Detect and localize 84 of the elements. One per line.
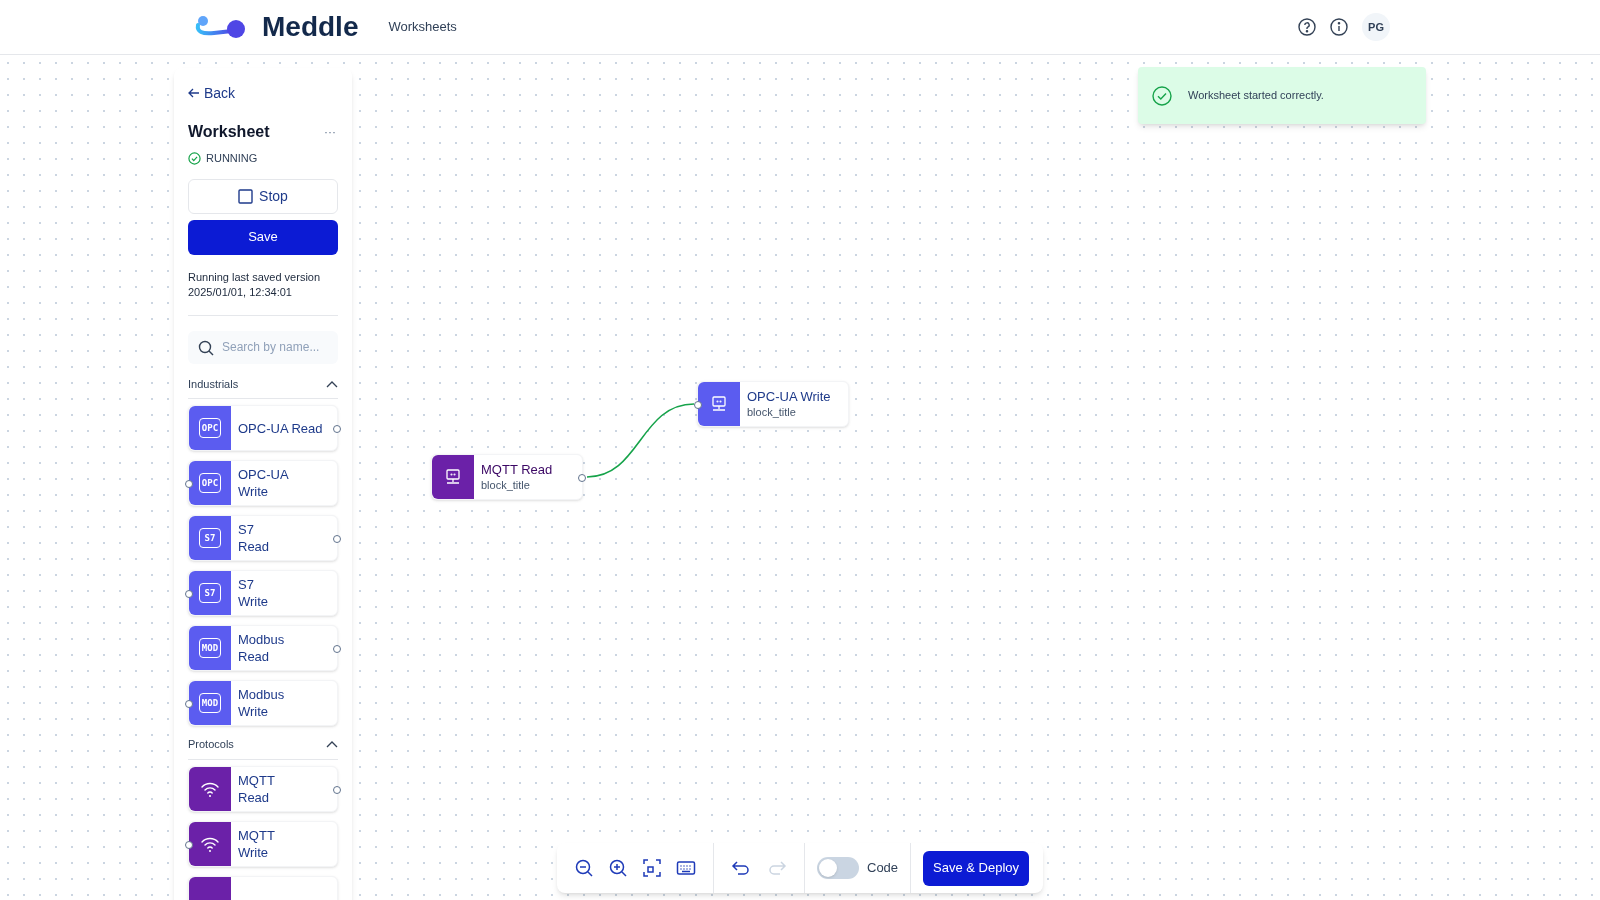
redo-icon — [767, 858, 787, 878]
block-label: Read — [238, 788, 271, 806]
keyboard-icon — [676, 858, 696, 878]
monitor-icon — [444, 468, 462, 486]
status-text: RUNNING — [206, 151, 258, 166]
help-icon[interactable] — [1298, 18, 1316, 36]
block-label: Modbus — [238, 631, 285, 648]
saved-time-text: 2025/01/01, 12:34:01 — [188, 284, 293, 300]
zoom-in-button[interactable] — [607, 857, 629, 879]
block-item[interactable]: MQTT Read — [188, 765, 338, 812]
nav-link[interactable]: Worksheets — [388, 17, 457, 37]
chip-icon: S7 — [199, 528, 221, 548]
square-icon — [238, 188, 254, 204]
node-subtitle: block_title — [747, 405, 797, 420]
block-label: Read — [238, 648, 271, 665]
logo-icon — [194, 15, 246, 39]
block-item[interactable]: S7 S7 Read — [188, 515, 338, 561]
chevron-up-icon[interactable] — [326, 379, 338, 388]
block-item[interactable]: OPC OPC-UA Write — [188, 460, 338, 506]
block-label: S7 — [238, 576, 255, 593]
save-deploy-button[interactable]: Save & Deploy — [923, 850, 1030, 886]
node-title: MQTT Read — [481, 461, 553, 478]
toggle-label: Code — [867, 859, 899, 878]
output-port[interactable] — [333, 645, 341, 653]
chip-icon: OPC — [198, 473, 222, 493]
more-button[interactable]: ··· — [324, 123, 336, 141]
output-port[interactable] — [333, 535, 341, 543]
output-port[interactable] — [333, 785, 341, 794]
block-label: Write — [238, 843, 270, 861]
monitor-icon — [710, 395, 728, 413]
check-circle-icon — [1152, 85, 1172, 106]
block-item[interactable]: OPC OPC-UA Read — [188, 405, 338, 451]
user-avatar[interactable]: PG — [1362, 13, 1390, 41]
info-icon[interactable] — [1330, 18, 1348, 36]
block-label: Write — [238, 483, 270, 500]
node-subtitle: block_title — [481, 478, 531, 493]
chevron-up-icon[interactable] — [326, 740, 338, 749]
toast-message: Worksheet started correctly. — [1188, 88, 1324, 104]
chip-icon: S7 — [199, 583, 221, 603]
block-item[interactable]: MOD Modbus Write — [188, 680, 338, 726]
chip-icon: OPC — [198, 418, 222, 438]
stop-button[interactable]: Stop — [188, 178, 338, 214]
zoom-out-icon — [574, 858, 594, 878]
check-circle-icon — [188, 151, 201, 165]
zoom-in-icon — [608, 858, 628, 878]
block-label: MQTT — [238, 826, 275, 844]
block-label: OPC-UA — [238, 466, 289, 483]
block-label: Read — [238, 538, 270, 555]
canvas-node[interactable]: OPC-UA Write block_title — [697, 381, 849, 427]
save-button[interactable]: Save — [188, 219, 338, 255]
output-port[interactable] — [333, 425, 341, 433]
canvas-node[interactable]: MQTT Read block_title — [431, 454, 583, 500]
saved-version-text: Running last saved version — [188, 269, 322, 285]
block-label: Write — [238, 593, 269, 610]
category-heading: Protocols — [188, 737, 234, 752]
block-label: S7 — [238, 521, 255, 538]
block-label: OPC-UA Read — [238, 419, 323, 437]
undo-icon — [731, 858, 751, 878]
back-link[interactable]: Back — [188, 82, 236, 104]
block-item[interactable]: S7 S7 Write — [188, 570, 338, 616]
arrow-left-icon — [188, 87, 200, 99]
block-label: Modbus — [238, 686, 285, 703]
logo-text: Meddle — [262, 10, 359, 44]
block-item[interactable]: MOD Modbus Read — [188, 625, 338, 671]
block-label: Write — [238, 703, 270, 720]
node-title: OPC-UA Write — [747, 388, 831, 405]
category-heading: Industrials — [188, 376, 239, 392]
search-field[interactable]: Search by name... — [188, 330, 338, 364]
input-port[interactable] — [185, 480, 193, 488]
input-port[interactable] — [694, 401, 702, 409]
input-port[interactable] — [185, 840, 193, 849]
input-port[interactable] — [185, 590, 193, 598]
search-icon — [198, 339, 214, 356]
input-port[interactable] — [185, 700, 193, 708]
chip-icon: MOD — [198, 638, 222, 658]
block-label: MQTT — [238, 771, 275, 789]
code-toggle[interactable] — [817, 857, 859, 879]
output-port[interactable] — [578, 474, 586, 482]
chip-icon: MOD — [198, 693, 222, 713]
block-item[interactable]: MQTT Write — [188, 820, 338, 867]
worksheet-title: Worksheet — [188, 122, 270, 142]
fit-view-button[interactable] — [641, 857, 663, 879]
fit-view-icon — [642, 858, 662, 878]
zoom-out-button[interactable] — [573, 857, 595, 879]
